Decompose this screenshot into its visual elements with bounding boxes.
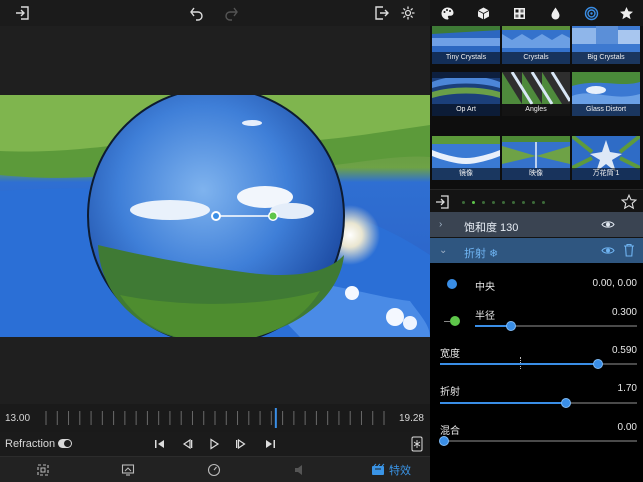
thumb-label: Glass Distort [572,104,640,116]
refraction-slider[interactable] [440,398,637,408]
effect-toggle[interactable] [58,439,72,448]
refraction-slider-thumb[interactable] [561,398,572,408]
thumb-mirror[interactable]: 镜像 [432,136,500,180]
center-pin-icon[interactable] [447,279,457,289]
chevron-down-icon[interactable]: ⌄ [439,245,447,256]
thumb-label: Angles [502,104,570,116]
page-dot[interactable] [492,201,495,204]
bottom-tab-bar: 特效 [0,456,430,482]
timeline[interactable]: 13.00 19.28 [0,404,430,432]
skip-start-icon[interactable] [152,436,168,452]
thumb-label: Big Crystals [572,52,640,64]
width-slider-fill [440,363,598,365]
category-bar [430,0,643,26]
thumb-angles[interactable]: Angles [502,72,570,116]
effect-name: Refraction [5,438,56,450]
step-back-icon[interactable] [179,436,195,452]
display-icon[interactable] [120,461,136,479]
blend-value: 0.00 [617,422,637,433]
radius-value: 0.300 [611,307,637,318]
thumb-kaleidoscope[interactable]: 万花筒 1 [572,136,640,180]
thumb-label: Tiny Crystals [432,52,500,64]
width-slider[interactable] [440,359,637,369]
palette-icon[interactable] [437,3,457,23]
thumb-tiny-crystals[interactable]: Tiny Crystals [432,26,500,64]
page-dot[interactable] [532,201,535,204]
thumb-glass-distort[interactable]: Glass Distort [572,72,640,116]
speed-icon[interactable] [206,461,222,479]
layer-name: 折射 ❄ [464,248,499,260]
radius-slider[interactable] [475,321,637,331]
layer-refraction[interactable]: ⌄ 折射 ❄ [430,238,643,263]
freeze-icon[interactable] [409,434,425,454]
width-slider-thumb[interactable] [592,359,603,369]
texture-icon[interactable] [509,3,529,23]
refraction-value: 1.70 [617,383,637,394]
effects-tab-label: 特效 [389,465,411,477]
import-icon[interactable] [12,3,32,23]
drop-icon[interactable] [545,3,565,23]
audio-icon[interactable] [292,461,308,479]
thumb-op-art[interactable]: Op Art [432,72,500,116]
export-icon[interactable] [372,3,392,23]
cube-icon[interactable] [473,3,493,23]
playback-bar: Refraction [0,432,430,456]
eye-icon[interactable] [601,244,615,257]
timeline-ruler[interactable] [40,408,390,428]
effect-gallery: Tiny Crystals Crystals Big Crystals Op A… [430,26,643,189]
refraction-slider-fill [440,402,567,404]
step-forward-icon[interactable] [233,436,249,452]
blend-slider-thumb[interactable] [439,436,449,446]
play-icon[interactable] [206,436,222,452]
width-value: 0.590 [611,345,637,356]
page-dot[interactable] [512,201,515,204]
thumb-label: 万花筒 1 [572,168,640,180]
trash-icon[interactable] [623,243,635,257]
parameter-panel: 中央 0.00, 0.00 半径 0.300 宽度 0.590 折射 1.70 … [430,263,643,482]
thumb-label: 映像 [502,168,570,180]
crop-icon[interactable] [35,461,51,479]
top-toolbar [0,0,430,26]
refraction-label: 折射 [440,387,460,398]
width-label: 宽度 [440,349,460,360]
page-dot[interactable] [502,201,505,204]
thumb-label: 镜像 [432,168,500,180]
center-value: 0.00, 0.00 [592,278,637,289]
layer-name: 饱和度 130 [464,222,519,234]
gear-icon[interactable] [398,3,418,23]
thumb-label: Op Art [432,104,500,116]
image-viewer[interactable] [0,26,430,404]
chevron-right-icon[interactable]: › [439,219,442,230]
skip-end-icon[interactable] [262,436,278,452]
swirl-icon[interactable] [581,3,601,23]
thumb-big-crystals[interactable]: Big Crystals [572,26,640,64]
blend-slider[interactable] [439,436,637,446]
radius-label: 半径 [475,311,495,322]
thumb-label: Crystals [502,52,570,64]
blend-label: 混合 [440,426,460,437]
radius-pin-icon[interactable] [450,316,460,326]
page-dot[interactable] [542,201,545,204]
add-layer-icon[interactable] [432,192,452,212]
redo-icon[interactable] [222,3,242,23]
page-dot[interactable] [522,201,525,204]
star-icon[interactable] [616,3,636,23]
timeline-end: 19.28 [398,413,424,424]
preview-image[interactable] [0,95,430,337]
timeline-start: 13.00 [5,413,31,424]
layer-toolbar [430,189,643,212]
page-dot[interactable] [482,201,485,204]
undo-icon[interactable] [186,3,206,23]
effects-icon [372,463,385,475]
radius-slider-thumb[interactable] [505,321,516,331]
eye-icon[interactable] [601,218,615,231]
center-label: 中央 [475,282,495,293]
page-dot[interactable] [472,201,475,204]
thumb-crystals[interactable]: Crystals [502,26,570,64]
layer-saturation[interactable]: › 饱和度 130 [430,212,643,237]
page-dot[interactable] [462,201,465,204]
effects-tab[interactable]: 特效 [368,461,414,479]
favorite-star-icon[interactable] [619,192,639,212]
thumb-reflection[interactable]: 映像 [502,136,570,180]
